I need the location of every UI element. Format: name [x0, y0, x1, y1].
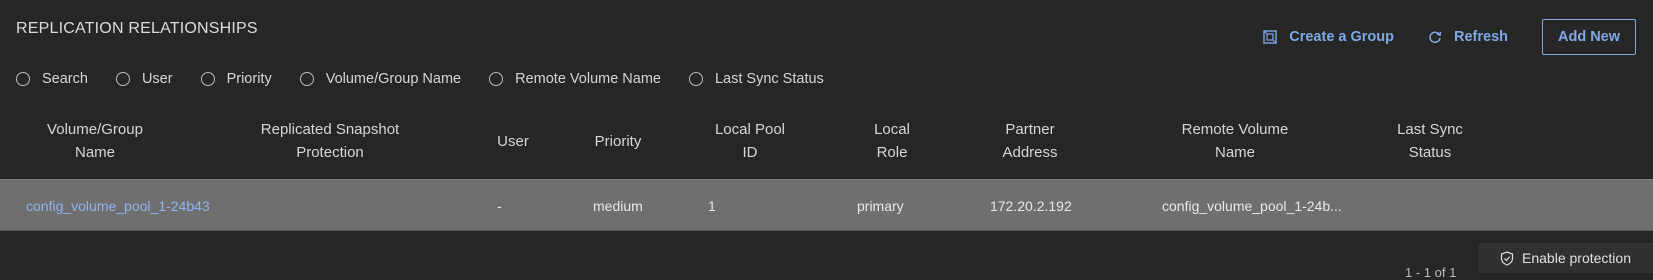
cell-remote-volume-name: config_volume_pool_1-24b... [1162, 198, 1342, 214]
shield-check-icon [1500, 250, 1514, 266]
filter-label: User [141, 71, 173, 87]
radio-button[interactable] [115, 72, 130, 86]
column-header-volume-group-name[interactable]: Volume/Group Name [20, 113, 170, 169]
filter-label: Search [42, 71, 88, 87]
pagination-info: 1 - 1 of 1 [1405, 265, 1457, 280]
filter-label: Remote Volume Name [515, 71, 661, 87]
radio-button[interactable] [200, 72, 215, 86]
volume-group-name-link[interactable]: config_volume_pool_1-24b43 [26, 180, 210, 232]
refresh-button[interactable]: Refresh [1428, 29, 1508, 45]
column-header-remote-volume-name[interactable]: Remote Volume Name [1160, 113, 1310, 169]
filter-label: Last Sync Status [714, 71, 824, 87]
cell-user: - [497, 198, 502, 214]
filter-remote-volume-name[interactable]: Remote Volume Name [489, 71, 661, 87]
cell-partner-address: 172.20.2.192 [990, 198, 1072, 214]
column-header-local-role[interactable]: Local Role [852, 113, 932, 169]
column-header-user[interactable]: User [485, 113, 541, 169]
filter-user[interactable]: User [115, 71, 173, 87]
column-header-partner-address[interactable]: Partner Address [980, 113, 1080, 169]
refresh-icon [1429, 31, 1442, 44]
column-header-replicated-snapshot-protection[interactable]: Replicated Snapshot Protection [230, 113, 430, 169]
radio-button[interactable] [688, 72, 703, 86]
group-icon [1263, 30, 1277, 44]
table-header: Volume/Group Name Replicated Snapshot Prot… [0, 113, 1653, 169]
enable-protection-button[interactable]: Enable protection [1478, 243, 1653, 273]
column-header-priority[interactable]: Priority [578, 113, 658, 169]
radio-button[interactable] [16, 72, 30, 86]
column-header-local-pool-id[interactable]: Local Pool ID [700, 113, 800, 169]
filter-label: Volume/Group Name [325, 71, 462, 87]
cell-local-pool-id: 1 [708, 198, 716, 214]
radio-button[interactable] [299, 72, 314, 86]
create-group-label: Create a Group [1289, 29, 1394, 45]
cell-local-role: primary [857, 198, 904, 214]
refresh-label: Refresh [1454, 29, 1508, 45]
filter-label: Priority [226, 71, 272, 87]
column-header-last-sync-status[interactable]: Last Sync Status [1380, 113, 1480, 169]
page-title: REPLICATION RELATIONSHIPS [16, 20, 258, 37]
radio-button[interactable] [489, 72, 504, 86]
header-actions: Create a Group Refresh Add New [1263, 19, 1636, 55]
filter-volume-group-name[interactable]: Volume/Group Name [299, 71, 462, 87]
table-row[interactable]: config_volume_pool_1-24b43 - medium 1 pr… [0, 179, 1653, 231]
filter-last-sync-status[interactable]: Last Sync Status [688, 71, 824, 87]
add-new-button[interactable]: Add New [1542, 19, 1636, 55]
filter-radio-group: Search User Priority Volume/Group Name R… [16, 71, 852, 87]
filter-search[interactable]: Search [16, 71, 88, 87]
enable-protection-label: Enable protection [1522, 250, 1631, 266]
create-group-button[interactable]: Create a Group [1263, 29, 1394, 45]
cell-priority: medium [593, 198, 643, 214]
filter-priority[interactable]: Priority [200, 71, 272, 87]
